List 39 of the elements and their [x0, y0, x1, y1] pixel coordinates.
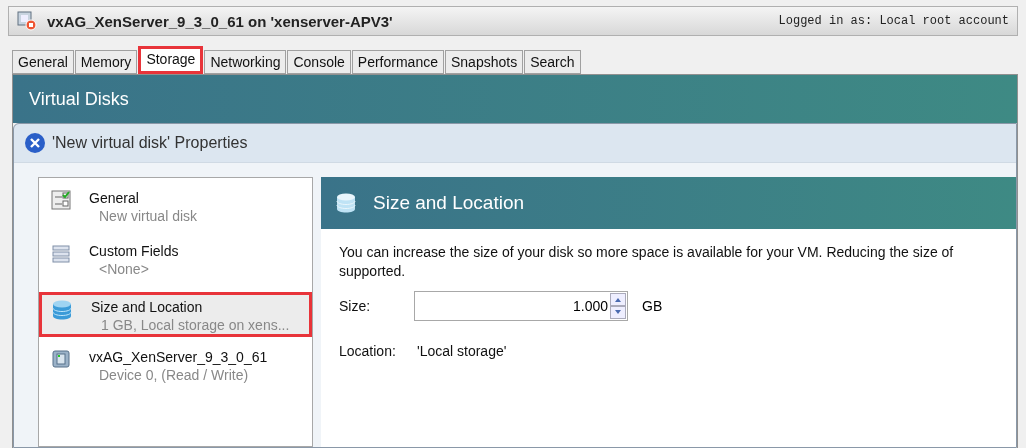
description: You can increase the size of your disk so more space is available for your VM. Reducing the size of supported.	[339, 243, 955, 281]
tab[interactable]: Memory	[74, 50, 138, 74]
section-title: Virtual Disks	[29, 88, 129, 110]
list-icon	[51, 243, 71, 263]
spin-arrows-icon[interactable]	[610, 293, 626, 319]
disk-stack-icon	[335, 192, 357, 214]
tab[interactable]: Search	[524, 50, 581, 74]
nav-item[interactable]: General New virtual disk	[39, 186, 312, 231]
nav-item[interactable]: vxAG_XenServer_9_3_0_61 Device 0, (Read / Write)	[39, 345, 312, 390]
nav-label: Custom Fields	[89, 243, 179, 259]
disk-stack-icon	[51, 299, 73, 321]
nav-label: General	[89, 190, 140, 206]
nav-sublabel: Device 0, (Read / Write)	[98, 367, 250, 383]
tab[interactable]: Performance	[351, 50, 444, 74]
nav-label: Size and Location	[91, 299, 204, 315]
location-value: 'Local storage'	[417, 343, 507, 359]
properties-icon	[51, 190, 71, 210]
tab[interactable]: Console	[287, 50, 351, 74]
nav-item[interactable]: Size and Location 1 GB, Local storage on xens...	[39, 292, 312, 337]
nav-sublabel: 1 GB, Local storage on xens...	[100, 317, 290, 333]
close-icon[interactable]	[24, 132, 46, 154]
nav-label: vxAG_XenServer_9_3_0_61	[89, 349, 268, 365]
dialog-title: 'New virtual disk' Properties	[52, 134, 248, 152]
nav-sublabel: New virtual disk	[98, 208, 198, 224]
tab[interactable]: Networking	[204, 50, 287, 74]
login-status: Logged in as: Local root account	[778, 14, 1009, 28]
tab[interactable]: Snapshots	[445, 50, 524, 74]
nav-sublabel: <None>	[98, 261, 150, 277]
size-spinbox[interactable]: 1.000	[414, 291, 628, 321]
nav-item[interactable]: Custom Fields <None>	[39, 239, 312, 284]
vm-stopped-icon	[17, 11, 37, 31]
tab[interactable]: General	[12, 50, 74, 74]
size-unit: GB	[642, 298, 663, 314]
tab[interactable]: Storage	[138, 46, 204, 74]
location-label: Location:	[339, 343, 397, 359]
page-title: Size and Location	[373, 192, 525, 214]
vm-icon	[51, 349, 71, 369]
size-label: Size:	[339, 298, 372, 314]
window-title: vxAG_XenServer_9_3_0_61 on 'xenserver-APV3'	[47, 12, 394, 30]
